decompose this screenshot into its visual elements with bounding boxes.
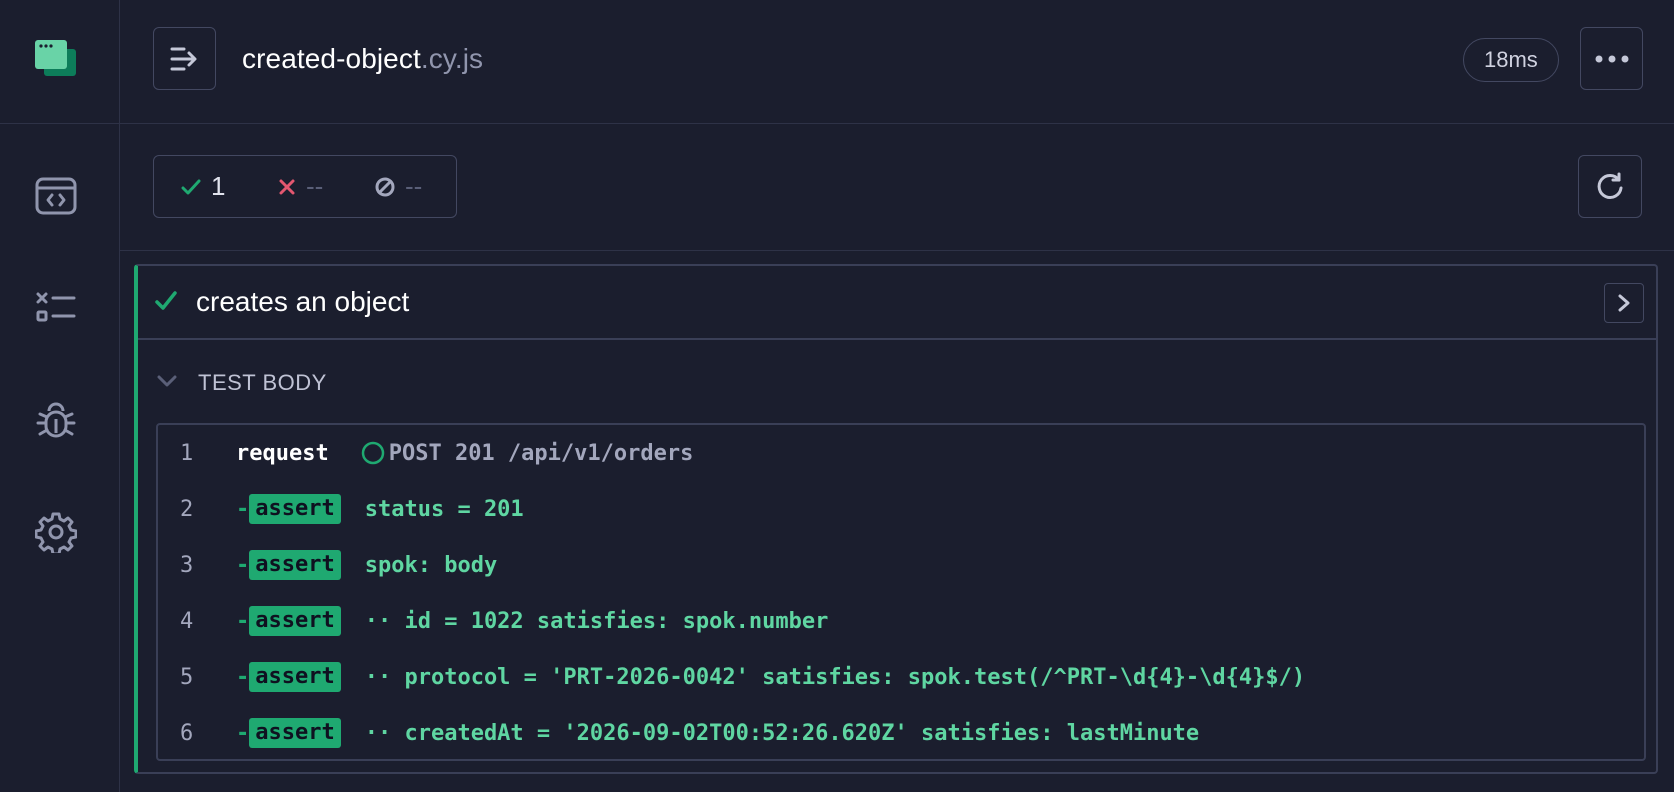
child-indicator: - <box>236 496 250 522</box>
logo-area <box>0 0 119 124</box>
settings-nav-button[interactable] <box>32 508 80 556</box>
x-icon <box>279 179 295 194</box>
assert-badge: assert <box>249 550 341 580</box>
gear-icon <box>35 512 77 553</box>
test-card: creates an object TEST BODY 1 request PO… <box>134 264 1658 774</box>
assert-badge: assert <box>249 494 341 524</box>
passed-count-value: 1 <box>211 171 226 201</box>
test-list-icon <box>36 292 76 322</box>
open-in-ide-button[interactable] <box>1604 283 1644 323</box>
more-options-button[interactable] <box>1580 27 1643 90</box>
chevron-down-icon <box>157 375 177 387</box>
assert-badge: assert <box>249 606 341 636</box>
failed-count: -- <box>278 156 323 217</box>
toggle-sidebar-button[interactable] <box>153 27 216 90</box>
command-message: status = 201 <box>364 496 524 522</box>
test-stats: 1 -- -- <box>153 155 457 218</box>
line-number: 4 <box>180 608 194 634</box>
command-row[interactable]: 6 - assert ·· createdAt = '2026-09-02T00:… <box>158 705 1644 761</box>
more-dots-icon <box>1595 55 1628 62</box>
refresh-icon <box>1597 172 1623 199</box>
command-row[interactable]: 3 - assert spok: body <box>158 537 1644 593</box>
line-number: 1 <box>180 440 194 466</box>
file-base-name: created-object <box>242 43 421 74</box>
command-message: ·· protocol = 'PRT-2026-0042' satisfies:… <box>364 664 1306 690</box>
child-indicator: - <box>236 608 250 634</box>
line-number: 6 <box>180 720 194 746</box>
sidebar <box>0 0 120 792</box>
pending-request-icon <box>361 441 384 465</box>
test-header[interactable]: creates an object <box>138 266 1656 340</box>
command-row[interactable]: 4 - assert ·· id = 1022 satisfies: spok.n… <box>158 593 1644 649</box>
command-row[interactable]: 5 - assert ·· protocol = 'PRT-2026-0042' … <box>158 649 1644 705</box>
assert-badge: assert <box>249 662 341 692</box>
bug-icon <box>36 402 76 438</box>
spec-file-name: created-object.cy.js <box>242 42 483 76</box>
stats-bar: 1 -- -- <box>120 124 1674 251</box>
test-body-toggle[interactable]: TEST BODY <box>138 340 1656 420</box>
command-message: spok: body <box>364 552 498 578</box>
line-number: 2 <box>180 496 194 522</box>
command-name: request <box>236 440 329 466</box>
section-title: TEST BODY <box>198 370 327 395</box>
command-message: ·· createdAt = '2026-09-02T00:52:26.620Z… <box>364 720 1200 746</box>
line-number: 3 <box>180 552 194 578</box>
specs-nav-button[interactable] <box>32 172 80 220</box>
command-row[interactable]: 2 - assert status = 201 <box>158 481 1644 537</box>
cypress-logo-icon <box>35 40 77 78</box>
pending-icon <box>375 177 395 196</box>
check-icon <box>155 291 177 310</box>
child-indicator: - <box>236 552 250 578</box>
pending-count: -- <box>375 156 422 217</box>
sidebar-toggle-icon <box>170 47 196 70</box>
header: created-object.cy.js 18ms <box>120 0 1674 124</box>
command-message: POST 201 /api/v1/orders <box>388 440 694 466</box>
code-window-icon <box>35 177 77 215</box>
chevron-right-icon <box>1618 294 1630 312</box>
command-row[interactable]: 1 request POST 201 /api/v1/orders <box>158 425 1644 481</box>
test-title: creates an object <box>196 286 410 317</box>
file-extension: .cy.js <box>420 43 484 74</box>
main-panel: created-object.cy.js 18ms 1 -- -- create… <box>120 0 1674 792</box>
check-icon <box>181 179 201 194</box>
rerun-button[interactable] <box>1578 155 1642 218</box>
child-indicator: - <box>236 720 250 746</box>
child-indicator: - <box>236 664 250 690</box>
duration-badge: 18ms <box>1463 38 1559 82</box>
assert-badge: assert <box>249 718 341 748</box>
command-log: 1 request POST 201 /api/v1/orders 2 - ass… <box>156 423 1646 761</box>
passed-count: 1 <box>181 156 225 217</box>
debug-nav-button[interactable] <box>32 396 80 444</box>
runs-nav-button[interactable] <box>32 284 80 332</box>
failed-count-value: -- <box>306 171 324 201</box>
command-message: ·· id = 1022 satisfies: spok.number <box>364 608 829 634</box>
line-number: 5 <box>180 664 194 690</box>
pending-count-value: -- <box>405 171 423 201</box>
